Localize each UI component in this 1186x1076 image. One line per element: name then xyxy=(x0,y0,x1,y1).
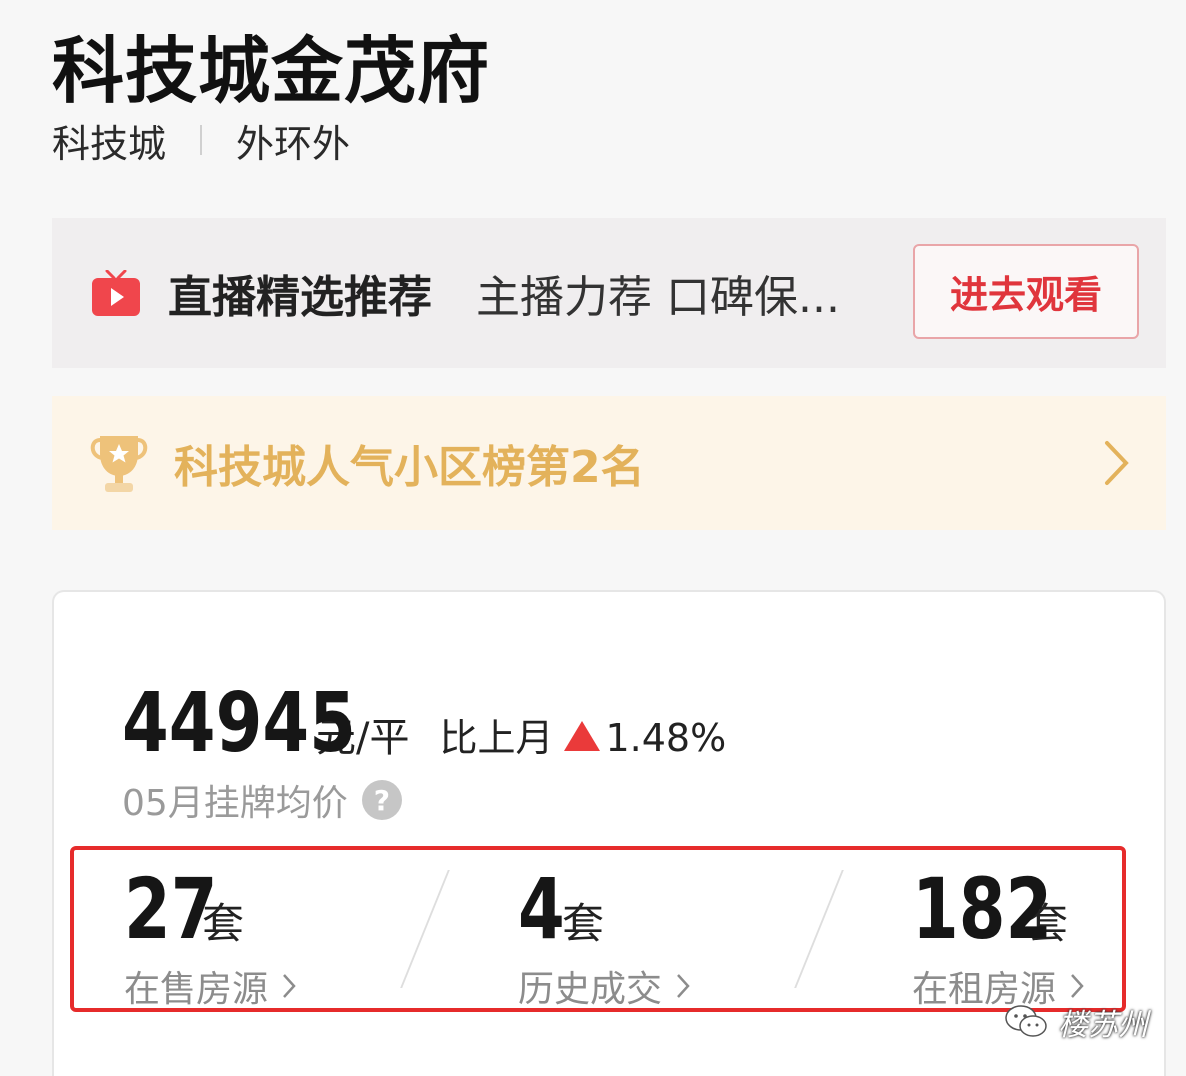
district-tag[interactable]: 科技城 xyxy=(52,113,166,168)
mom-value: 1.48% xyxy=(605,716,727,760)
stat-for-rent[interactable]: 182 套 在租房源 xyxy=(912,860,1084,1012)
wechat-icon xyxy=(1005,1005,1047,1037)
mom-label: 比上月 xyxy=(439,716,554,760)
price-card: 44945 元/平 比上月 1.48% 05月挂牌均价 ? 27 套 在售房源 … xyxy=(52,590,1166,1076)
location-tags: 科技城 外环外 xyxy=(52,116,350,166)
chevron-right-icon xyxy=(677,974,690,998)
price-row: 44945 元/平 比上月 1.48% xyxy=(122,676,726,771)
chevron-right-icon[interactable] xyxy=(1104,440,1130,486)
stat-number: 4 xyxy=(518,860,565,958)
ring-tag[interactable]: 外环外 xyxy=(236,113,350,168)
chevron-right-icon xyxy=(283,974,296,998)
page-title: 科技城金茂府 xyxy=(52,29,491,113)
arrow-up-icon xyxy=(563,721,600,751)
rank-text: 科技城人气小区榜第2名 xyxy=(174,442,645,493)
divider xyxy=(200,125,203,155)
watermark: 楼苏州 xyxy=(1004,1000,1148,1044)
stat-for-sale[interactable]: 27 套 在售房源 xyxy=(124,860,296,1012)
watch-button[interactable]: 进去观看 xyxy=(913,244,1139,339)
watermark-text: 楼苏州 xyxy=(1058,1008,1148,1043)
stat-unit: 套 xyxy=(562,899,605,948)
price-value: 44945 xyxy=(122,676,356,771)
price-caption-text: 05月挂牌均价 xyxy=(122,783,348,824)
divider xyxy=(794,870,844,988)
divider xyxy=(400,870,450,988)
stat-history-deals[interactable]: 4 套 历史成交 xyxy=(518,860,690,1012)
price-caption: 05月挂牌均价 ? xyxy=(122,774,402,826)
stat-number: 27 xyxy=(124,860,218,958)
live-banner[interactable]: 直播精选推荐 主播力荐 口碑保... 进去观看 xyxy=(52,218,1166,368)
live-description: 主播力荐 口碑保... xyxy=(476,272,840,323)
chevron-right-icon xyxy=(1071,974,1084,998)
stat-label: 在售房源 xyxy=(124,969,269,1010)
trophy-icon xyxy=(90,436,148,492)
tv-icon xyxy=(92,270,140,316)
stat-label: 历史成交 xyxy=(518,969,663,1010)
live-title: 直播精选推荐 xyxy=(168,272,432,323)
rank-banner[interactable]: 科技城人气小区榜第2名 xyxy=(52,396,1166,530)
help-icon[interactable]: ? xyxy=(361,780,402,820)
stat-number: 182 xyxy=(912,860,1053,958)
stats-box: 27 套 在售房源 4 套 历史成交 182 套 在租房源 xyxy=(70,846,1126,1012)
